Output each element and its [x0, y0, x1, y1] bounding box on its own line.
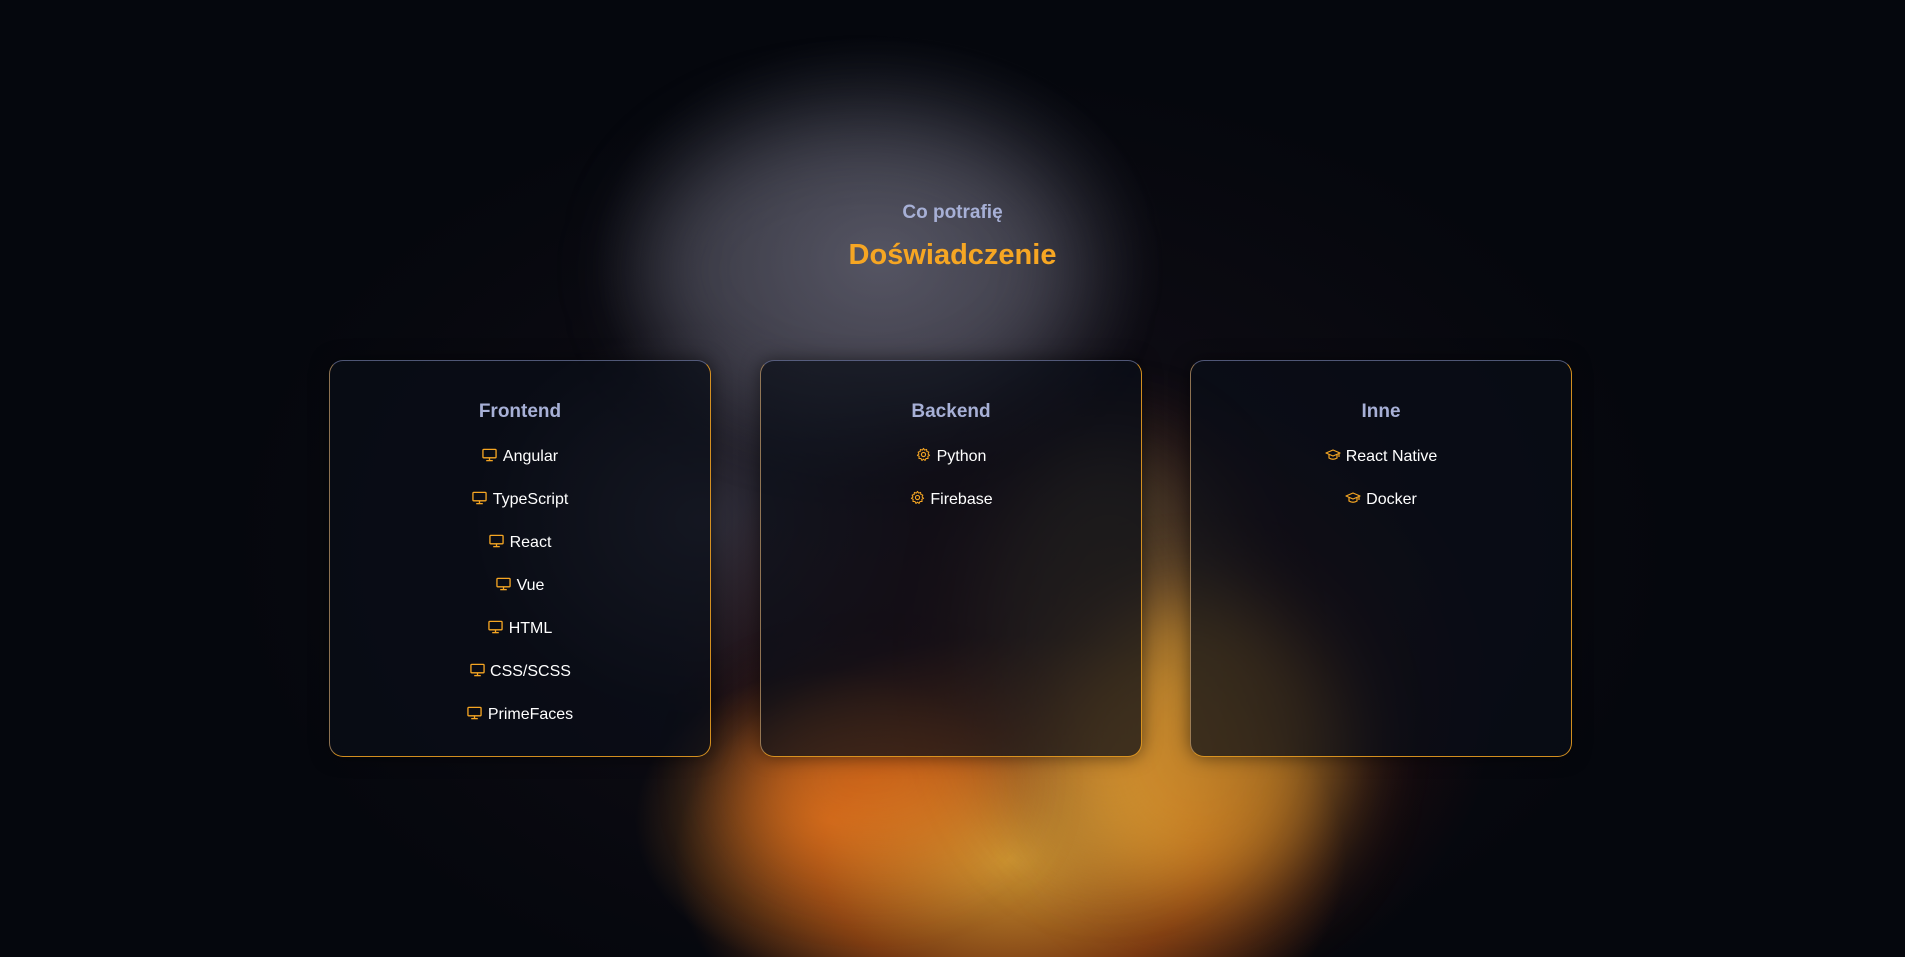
- skill-label: React: [509, 534, 552, 551]
- skill-item: Firebase: [761, 478, 1141, 521]
- skill-label: Angular: [502, 448, 559, 465]
- skills-section: Co potrafię Doświadczenie Frontend Angul…: [0, 0, 1905, 957]
- monitor-icon: [469, 662, 485, 678]
- skill-item: Angular: [330, 435, 710, 478]
- skill-item: HTML: [330, 607, 710, 650]
- monitor-icon: [489, 533, 505, 549]
- monitor-icon: [467, 705, 483, 721]
- card-title: Frontend: [478, 401, 562, 422]
- skill-item: TypeScript: [330, 478, 710, 521]
- gear-icon: [909, 490, 925, 506]
- backend-card: Backend Python Firebase: [760, 360, 1142, 757]
- skill-label: TypeScript: [492, 491, 569, 508]
- skill-list: React Native Docker: [1191, 435, 1571, 521]
- skill-item: React Native: [1191, 435, 1571, 478]
- monitor-icon: [472, 490, 488, 506]
- other-card: Inne React Native Docker: [1190, 360, 1572, 757]
- skill-list: Python Firebase: [761, 435, 1141, 521]
- skill-item: PrimeFaces: [330, 693, 710, 736]
- skill-label: Python: [936, 448, 987, 465]
- skill-label: Firebase: [930, 491, 993, 508]
- frontend-card: Frontend Angular TypeScript React Vue HT…: [329, 360, 711, 757]
- monitor-icon: [496, 576, 512, 592]
- card-title: Inne: [1361, 401, 1401, 422]
- skill-item: Vue: [330, 564, 710, 607]
- skill-item: Python: [761, 435, 1141, 478]
- skill-label: CSS/SCSS: [490, 663, 571, 680]
- graduation-cap-icon: [1325, 447, 1341, 463]
- section-subtitle: Co potrafię: [902, 202, 1003, 223]
- section-title: Doświadczenie: [848, 239, 1057, 271]
- skill-list: Angular TypeScript React Vue HTML CSS/SC…: [330, 435, 710, 736]
- graduation-cap-icon: [1345, 490, 1361, 506]
- card-title: Backend: [911, 401, 991, 422]
- skill-label: React Native: [1345, 448, 1438, 465]
- monitor-icon: [488, 619, 504, 635]
- skill-label: HTML: [508, 620, 553, 637]
- skill-item: Docker: [1191, 478, 1571, 521]
- skill-cards: Frontend Angular TypeScript React Vue HT…: [329, 360, 1572, 757]
- skill-label: Vue: [516, 577, 545, 594]
- gear-icon: [916, 447, 932, 463]
- skill-item: React: [330, 521, 710, 564]
- skill-label: Docker: [1366, 491, 1417, 508]
- skill-item: CSS/SCSS: [330, 650, 710, 693]
- monitor-icon: [482, 447, 498, 463]
- section-header: Co potrafię Doświadczenie: [0, 198, 1905, 272]
- skill-label: PrimeFaces: [487, 706, 574, 723]
